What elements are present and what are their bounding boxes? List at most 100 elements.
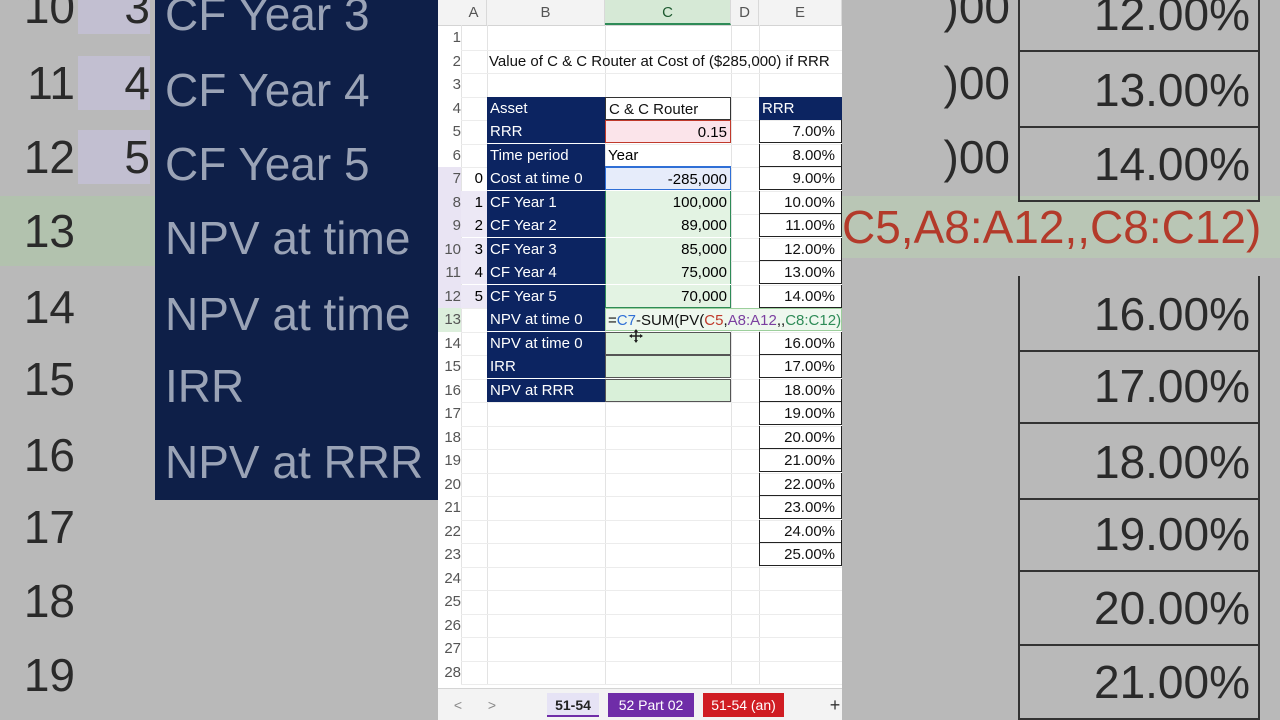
- value-cell[interactable]: [605, 331, 731, 355]
- row-header[interactable]: 18: [438, 426, 461, 450]
- year-index-cell[interactable]: 0: [461, 167, 487, 190]
- rrr-value-cell[interactable]: 20.00%: [759, 425, 842, 449]
- row-header[interactable]: 20: [438, 473, 461, 497]
- row-header[interactable]: 8: [438, 190, 461, 214]
- label-cell[interactable]: RRR: [487, 120, 605, 143]
- value-cell[interactable]: 0.15: [605, 120, 731, 143]
- row-header[interactable]: 5: [438, 120, 461, 144]
- rrr-value-cell[interactable]: 16.00%: [759, 331, 842, 355]
- row-header[interactable]: 7: [438, 167, 461, 191]
- label-cell[interactable]: CF Year 3: [487, 237, 605, 261]
- tab-52-part-02[interactable]: 52 Part 02: [608, 693, 694, 717]
- bg-label-cell: NPV at time: [155, 276, 438, 352]
- row-header[interactable]: 27: [438, 637, 461, 661]
- rrr-value-cell[interactable]: 17.00%: [759, 355, 842, 378]
- row-header[interactable]: 24: [438, 567, 461, 591]
- rrr-value-cell[interactable]: 21.00%: [759, 449, 842, 472]
- rrr-value-cell[interactable]: 24.00%: [759, 519, 842, 543]
- value-cell[interactable]: 85,000: [605, 237, 731, 261]
- tab-51-54[interactable]: 51-54: [547, 693, 599, 717]
- column-header-d[interactable]: D: [731, 0, 759, 25]
- row-header[interactable]: 10: [438, 237, 461, 261]
- label-cell[interactable]: Asset: [487, 96, 605, 120]
- value-cell[interactable]: [605, 378, 731, 402]
- rrr-header[interactable]: RRR: [759, 96, 842, 120]
- row-header[interactable]: 28: [438, 661, 461, 685]
- rrr-value-cell[interactable]: 22.00%: [759, 472, 842, 496]
- value-cell[interactable]: 100,000: [605, 190, 731, 214]
- label-cell[interactable]: NPV at RRR: [487, 378, 605, 402]
- year-index-cell[interactable]: 1: [461, 190, 487, 214]
- row-header[interactable]: 14: [438, 332, 461, 356]
- rrr-value-cell[interactable]: 14.00%: [759, 284, 842, 308]
- year-index-cell[interactable]: 2: [461, 214, 487, 237]
- formula-cell-editor[interactable]: =C7-SUM(PV(C5,A8:A12,,C8:C12): [605, 308, 842, 331]
- bg-row-number: 18: [23, 575, 75, 627]
- label-cell[interactable]: Time period: [487, 143, 605, 167]
- tab-next-button[interactable]: >: [484, 693, 500, 717]
- rrr-value-cell[interactable]: 13.00%: [759, 261, 842, 284]
- row-header[interactable]: 9: [438, 214, 461, 238]
- column-header-e[interactable]: E: [759, 0, 842, 25]
- row-header[interactable]: 21: [438, 496, 461, 520]
- value-cell[interactable]: [605, 355, 731, 378]
- column-header-b[interactable]: B: [487, 0, 605, 25]
- value-cell[interactable]: 70,000: [605, 284, 731, 308]
- value-cell[interactable]: C & C Router: [605, 96, 731, 120]
- rrr-value-cell[interactable]: 11.00%: [759, 214, 842, 237]
- value-cell[interactable]: 89,000: [605, 214, 731, 237]
- label-cell[interactable]: CF Year 1: [487, 190, 605, 214]
- row-header[interactable]: 19: [438, 449, 461, 473]
- row-header[interactable]: 26: [438, 614, 461, 638]
- row-header[interactable]: 13: [438, 308, 461, 332]
- row-header[interactable]: 4: [438, 97, 461, 121]
- rrr-value-cell[interactable]: 18.00%: [759, 378, 842, 402]
- rrr-value-cell[interactable]: 9.00%: [759, 167, 842, 190]
- row-header[interactable]: 2: [438, 50, 461, 74]
- value-cell[interactable]: -285,000: [605, 167, 731, 190]
- row-header[interactable]: 17: [438, 402, 461, 426]
- label-cell[interactable]: CF Year 2: [487, 214, 605, 237]
- year-index-cell[interactable]: 4: [461, 261, 487, 284]
- row-header[interactable]: 11: [438, 261, 461, 285]
- tab-prev-button[interactable]: <: [450, 693, 466, 717]
- rrr-value-cell[interactable]: 19.00%: [759, 402, 842, 425]
- label-cell[interactable]: CF Year 4: [487, 261, 605, 284]
- year-index-cell[interactable]: 3: [461, 237, 487, 261]
- formula-commas: ,,: [776, 312, 786, 329]
- label-cell[interactable]: Cost at time 0: [487, 167, 605, 190]
- label-cell[interactable]: NPV at time 0: [487, 308, 605, 331]
- sheet-title[interactable]: Value of C & C Router at Cost of ($285,0…: [489, 50, 842, 73]
- row-header[interactable]: 12: [438, 284, 461, 308]
- grid-line: [461, 660, 842, 662]
- row-header[interactable]: 16: [438, 379, 461, 403]
- row-header[interactable]: 25: [438, 590, 461, 614]
- tab-51-54-an[interactable]: 51-54 (an): [703, 693, 784, 717]
- label-cell[interactable]: NPV at time 0: [487, 331, 605, 355]
- add-sheet-button[interactable]: +: [828, 693, 842, 717]
- column-header-a[interactable]: A: [461, 0, 487, 25]
- row-header[interactable]: 15: [438, 355, 461, 379]
- rrr-value-cell[interactable]: 7.00%: [759, 120, 842, 143]
- value-cell[interactable]: 75,000: [605, 261, 731, 284]
- row-header[interactable]: 23: [438, 543, 461, 567]
- column-header-c[interactable]: C: [605, 0, 731, 25]
- rrr-value-cell[interactable]: 25.00%: [759, 543, 842, 566]
- bg-row-number: 10: [23, 0, 75, 33]
- row-header[interactable]: 6: [438, 144, 461, 168]
- value-cell[interactable]: Year: [605, 144, 731, 167]
- grid-line: [461, 73, 842, 74]
- year-index-cell[interactable]: 5: [461, 284, 487, 308]
- row-header[interactable]: 22: [438, 520, 461, 544]
- bg-label-cell: NPV at time: [155, 200, 438, 276]
- rrr-value-cell[interactable]: 23.00%: [759, 496, 842, 519]
- rrr-value-cell[interactable]: 10.00%: [759, 190, 842, 214]
- label-cell[interactable]: CF Year 5: [487, 284, 605, 308]
- rrr-value-cell[interactable]: 12.00%: [759, 237, 842, 261]
- rrr-value-cell[interactable]: 8.00%: [759, 143, 842, 167]
- bg-rrr-cell: 12.00%: [1018, 0, 1260, 52]
- label-cell[interactable]: IRR: [487, 355, 605, 378]
- row-header[interactable]: 1: [438, 26, 461, 50]
- column-header-bar: ABCDE: [438, 0, 842, 26]
- row-header[interactable]: 3: [438, 73, 461, 97]
